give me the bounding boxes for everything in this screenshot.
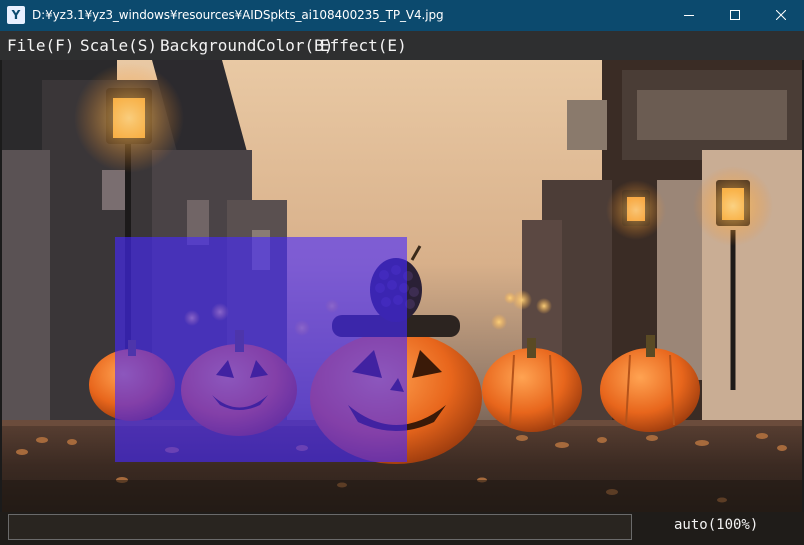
image-canvas[interactable] [2,60,802,512]
minimize-button[interactable] [666,0,712,31]
selection-overlay[interactable] [115,237,407,462]
image-viewer-window: Y D:¥yz3.1¥yz3_windows¥resources¥AIDSpkt… [0,0,804,545]
close-button[interactable] [758,0,804,31]
menu-file[interactable]: File(F) [7,36,74,55]
app-icon[interactable]: Y [7,6,25,24]
menu-bar: File(F) Scale(S) BackgroundColor(B) Effe… [0,31,804,60]
title-bar[interactable]: Y D:¥yz3.1¥yz3_windows¥resources¥AIDSpkt… [0,0,804,31]
menu-effect[interactable]: Effect(E) [320,36,407,55]
maximize-button[interactable] [712,0,758,31]
minimize-icon [684,15,694,16]
status-bar: auto(100%) [0,512,804,545]
menu-scale[interactable]: Scale(S) [80,36,157,55]
zoom-level-label: auto(100%) [674,517,759,533]
progress-bar [8,514,632,540]
maximize-icon [730,10,740,20]
menu-background-color[interactable]: BackgroundColor(B) [160,36,333,55]
close-icon [776,10,786,20]
window-title: D:¥yz3.1¥yz3_windows¥resources¥AIDSpkts_… [32,8,444,22]
